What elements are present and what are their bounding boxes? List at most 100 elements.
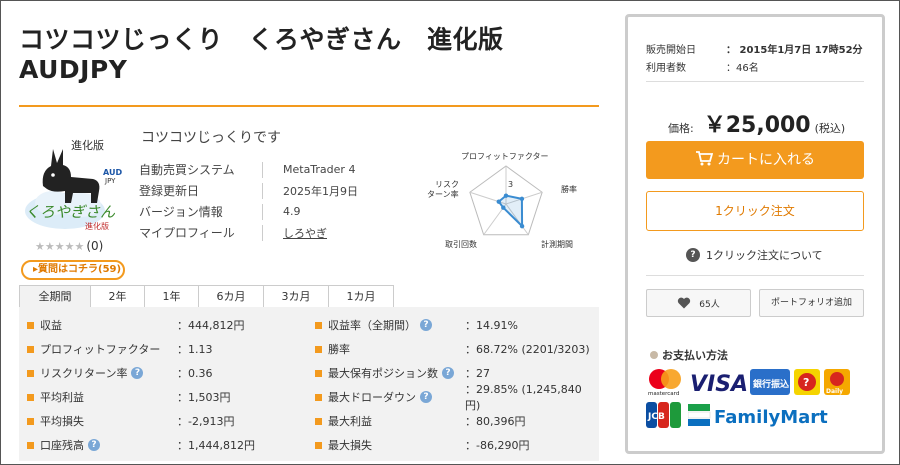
rating-stars: ★★★★★ (0) [35, 239, 104, 253]
product-info: 自動売買システム MetaTrader 4 登録更新日 2025年1月9日 バージョ… [139, 159, 379, 243]
bullet-icon [27, 441, 34, 449]
bullet-icon [650, 351, 658, 359]
product-subtitle: コツコツじっくりです [141, 130, 281, 146]
stat-row: 最大損失 ：-86,290円 [315, 433, 595, 457]
radar-point [519, 196, 525, 202]
stat-row: 平均損失 ：-2,913円 [27, 409, 307, 433]
bullet-icon [27, 369, 34, 377]
tab-3m[interactable]: 3カ月 [263, 285, 329, 307]
svg-text:FamilyMart: FamilyMart [714, 407, 828, 428]
review-count: (0) [86, 239, 104, 253]
cart-icon [696, 151, 714, 166]
bullet-icon [315, 369, 322, 377]
svg-text:JCB: JCB [647, 412, 665, 422]
bullet-icon [27, 345, 34, 353]
svg-text:mastercard: mastercard [648, 391, 679, 397]
radar-label-risk: リスクターン率 [427, 180, 459, 199]
bullet-icon [315, 321, 322, 329]
period-tabs: 全期間 2年 1年 6カ月 3カ月 1カ月 [19, 285, 394, 307]
bullet-icon [27, 417, 34, 425]
help-icon[interactable]: ? [420, 391, 432, 403]
stat-row: 収益率（全期間）? ：14.91% [315, 313, 595, 337]
add-to-cart-button[interactable]: カートに入れる [646, 141, 864, 179]
bullet-icon [315, 441, 322, 449]
tab-1m[interactable]: 1カ月 [328, 285, 394, 307]
profile-link[interactable]: しろやぎ [263, 225, 327, 241]
logo-script: くろやぎさん [25, 203, 116, 221]
question-icon: ? [686, 248, 700, 262]
portfolio-add-button[interactable]: ポートフォリオ追加 [759, 289, 864, 317]
tab-1y[interactable]: 1年 [144, 285, 199, 307]
stats-right: 収益率（全期間）? ：14.91% 勝率 ：68.72% (2201/3203) 最… [315, 313, 595, 457]
divider [646, 275, 864, 276]
bullet-icon [27, 393, 34, 401]
title-divider [19, 105, 599, 107]
price: 価格: ￥25,000 (税込) [668, 107, 845, 139]
info-row-updated: 登録更新日 2025年1月9日 [139, 182, 358, 199]
radar-chart: 3 プロフィットファクター 勝率 計測期間 取引回数 リスクターン率 [427, 152, 577, 249]
stat-row: 勝率 ：68.72% (2201/3203) [315, 337, 595, 361]
logo-pair-top: AUD [103, 168, 122, 177]
stat-row: プロフィットファクター ：1.13 [27, 337, 307, 361]
familymart-icon: FamilyMart [688, 404, 828, 428]
product-logo: 進化版 AUD JPY くろやぎさん 進化版 [25, 138, 122, 231]
qa-button[interactable]: ▸質問はコチラ(59) [21, 260, 125, 280]
logo-badge: 進化版 [71, 138, 104, 152]
divider [646, 81, 864, 82]
stat-row: 口座残高? ：1,444,812円 [27, 433, 307, 457]
tab-2y[interactable]: 2年 [90, 285, 145, 307]
stat-row: 平均利益 ：1,503円 [27, 385, 307, 409]
help-icon[interactable]: ? [88, 439, 100, 451]
convenience-store-icon: ? [794, 369, 820, 395]
bank-transfer-icon: 銀行振込 [750, 369, 790, 395]
bullet-icon [315, 393, 322, 401]
sale-start-date: ： 2015年1月7日 17時52分 [726, 44, 863, 56]
logo-pair-bottom: JPY [104, 177, 116, 185]
daily-yamazaki-icon: Daily [824, 369, 850, 395]
bullet-icon [315, 345, 322, 353]
svg-text:銀行振込: 銀行振込 [753, 378, 789, 390]
favorite-button[interactable]: 65人 [646, 289, 751, 317]
about-one-click-link[interactable]: ? 1クリック注文について [686, 247, 823, 263]
radar-label-pf: プロフィットファクター [461, 152, 549, 161]
heart-icon [678, 297, 691, 309]
radar-label-period: 計測期間 [541, 239, 573, 249]
payment-methods-row: JCB FamilyMart [646, 402, 848, 428]
one-click-order-button[interactable]: 1クリック注文 [646, 191, 864, 231]
tab-all[interactable]: 全期間 [19, 285, 91, 307]
svg-text:VISA: VISA [690, 372, 748, 397]
visa-icon: VISA [690, 372, 748, 397]
sale-meta: 販売開始日： 2015年1月7日 17時52分 利用者数 ：46名 [646, 39, 863, 75]
radar-point [519, 223, 525, 229]
stats-panel: 収益 ：444,812円 プロフィットファクター ：1.13 リスクリターン率? ：0… [19, 307, 599, 461]
info-row-version: バージョン情報 4.9 [139, 203, 301, 220]
price-amount: ￥25,000 [703, 113, 811, 138]
stat-row: リスクリターン率? ：0.36 [27, 361, 307, 385]
payment-methods-row: mastercard VISA 銀行振込 ? Daily [646, 367, 850, 397]
info-row-profile: マイプロフィール しろやぎ [139, 224, 327, 241]
payment-title: お支払い方法 [650, 347, 728, 363]
radar-label-winrate: 勝率 [561, 184, 577, 194]
bullet-icon [315, 417, 322, 425]
radar-point [503, 193, 509, 198]
purchase-sidebar: 販売開始日： 2015年1月7日 17時52分 利用者数 ：46名 価格: ￥25… [625, 14, 885, 454]
mastercard-icon: mastercard [648, 369, 681, 397]
stat-row: 収益 ：444,812円 [27, 313, 307, 337]
help-icon[interactable]: ? [131, 367, 144, 379]
radar-center-value: 3 [508, 180, 513, 189]
stat-row: 最大ドローダウン? ：29.85% (1,245,840円) [315, 383, 595, 412]
tab-6m[interactable]: 6カ月 [198, 285, 264, 307]
info-row-system: 自動売買システム MetaTrader 4 [139, 161, 356, 178]
user-count: ：46名 [726, 62, 759, 74]
radar-point [496, 199, 501, 204]
help-icon[interactable]: ? [442, 367, 454, 379]
bullet-icon [27, 321, 34, 329]
jcb-icon: JCB [646, 402, 681, 428]
svg-text:Daily: Daily [826, 388, 843, 395]
radar-label-trades: 取引回数 [445, 239, 477, 249]
stats-left: 収益 ：444,812円 プロフィットファクター ：1.13 リスクリターン率? ：0… [27, 313, 307, 457]
logo-script-sub: 進化版 [85, 221, 109, 231]
help-icon[interactable]: ? [420, 319, 432, 331]
svg-text:?: ? [803, 376, 809, 389]
page-title: コツコツじっくり くろやぎさん 進化版 AUDJPY [19, 25, 504, 84]
